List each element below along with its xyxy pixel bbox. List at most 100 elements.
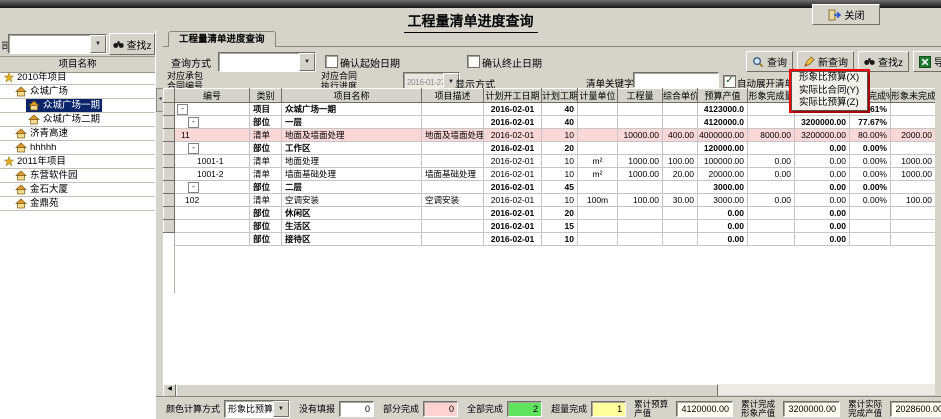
tree-item[interactable]: 众城广场二期 [0,113,155,127]
tree-item[interactable]: hhhhh [0,141,155,155]
tree-item[interactable]: 2010年项目 [0,71,155,85]
cell-quantity [618,181,663,194]
row-selector[interactable] [164,181,175,194]
table-row[interactable]: -1001-2 清单 墙面基础处理 墙面基础处理 2016-02-01 10 m… [164,168,936,181]
tree-item[interactable]: 众城广场 [0,85,155,99]
auto-expand-checkbox[interactable]: ✓ [723,75,736,88]
progress-table-area: 编号 类别 项目名称 项目描述 计划开工日期 计划工期 计量单位 工程量 综合单… [163,88,935,384]
column-header[interactable]: 计划工期 [542,89,578,103]
query-button[interactable]: 查询 [746,51,793,72]
dropdown-arrow-icon[interactable]: ▼ [90,35,106,53]
tree-item[interactable]: 金鼎苑 [0,197,155,211]
table-row[interactable]: -102 清单 空调安装 空调安装 2016-02-01 10 100m 100… [164,194,936,207]
cell-code: -11 [175,129,250,142]
horizontal-scrollbar[interactable]: ◀ [163,384,935,395]
row-selector[interactable] [164,129,175,142]
cell-quantity [618,116,663,129]
menu-item[interactable]: 形象比预算(X) [792,72,867,85]
tree-item-label: 众城广场二期 [43,113,100,126]
tree-item[interactable]: 众城广场一期 [0,99,155,113]
cell-category: 部位 [250,207,282,220]
cell-duration: 10 [542,168,578,181]
confirm-end-checkbox[interactable] [467,55,480,68]
row-selector[interactable] [164,142,175,155]
tree-item-label: 金鼎苑 [30,197,59,210]
cell-start-date: 2016-02-01 [484,207,542,220]
cell-remaining: 2000.00 [891,129,936,142]
dropdown-arrow-icon[interactable]: ▼ [299,53,315,71]
app-window: 工程量清单进度查询 关闭 司 ▼ 查找z 项目名称 [0,0,941,419]
dropdown-arrow-icon[interactable]: ▼ [273,401,289,417]
tree-item-label: 众城广场 [30,85,68,98]
tree-item[interactable]: 济青高速 [0,127,155,141]
cell-quantity: 1000.00 [618,155,663,168]
confirm-start-checkbox[interactable] [325,55,338,68]
total-value-box: 3200000.00 [783,401,840,417]
total-item: 累计完成形象产值 3200000.00 [741,400,840,418]
column-header[interactable]: 工程量 [618,89,663,103]
cell-remaining [891,142,936,155]
column-header[interactable]: 综合单价 [663,89,698,103]
row-selector[interactable] [164,194,175,207]
column-header[interactable]: 预算产值 [698,89,748,103]
expand-toggle-icon[interactable]: - [188,182,199,193]
column-header[interactable]: 形象未完成量 [891,89,936,103]
total-item: 累计预算产值 4120000.00 [634,400,733,418]
row-selector[interactable] [164,103,175,116]
tree-item[interactable]: 金石大厦 [0,183,155,197]
query-mode-combobox[interactable]: ▼ [218,52,316,72]
export-button[interactable]: 导出 [913,51,941,72]
table-row[interactable]: -1001-1 清单 地面处理 2016-02-01 10 m² 1000.00… [164,155,936,168]
legend-label: 全部完成 [467,402,503,415]
tab-progress-query[interactable]: 工程量清单进度查询 [168,31,276,47]
expand-toggle-icon[interactable]: - [177,104,188,115]
table-row[interactable]: - 部位 接待区 2016-02-01 10 0.00 0.00 [164,233,936,246]
close-button[interactable]: 关闭 [812,4,880,25]
row-selector[interactable] [164,220,175,233]
table-row[interactable]: -11 清单 地面及墙面处理 地面及墙面处理 2016-02-01 10 100… [164,129,936,142]
expand-toggle-icon[interactable]: - [188,117,199,128]
table-row[interactable]: - 部位 生活区 2016-02-01 15 0.00 0.00 [164,220,936,233]
cell-budget-value: 4120000.0 [698,116,748,129]
column-header[interactable]: 形象完成量 [748,89,795,103]
cell-done-value: 0.00 [795,142,850,155]
table-row[interactable]: - 部位 二层 2016-02-01 45 3000.00 0.00 0.00% [164,181,936,194]
keyword-input[interactable] [633,72,719,88]
project-filter-combobox[interactable]: ▼ [8,34,107,54]
total-label: 累计实际完成产值 [848,400,888,418]
color-mode-combobox[interactable]: 形象比预算 ▼ [224,400,290,418]
row-selector[interactable] [164,207,175,220]
cell-unit: m² [578,168,618,181]
column-header[interactable]: 类别 [250,89,282,103]
menu-item[interactable]: 实际比预算(Z) [792,97,867,110]
legend-label: 没有填报 [299,402,335,415]
column-header[interactable]: 编号 [175,89,250,103]
column-header[interactable]: 项目描述 [422,89,484,103]
pencil-icon [803,56,815,68]
cell-description [422,142,484,155]
cell-quantity [618,220,663,233]
menu-item[interactable]: 实际比合同(Y) [792,85,867,98]
cell-unit-price: 100.00 [663,155,698,168]
column-header[interactable]: 项目名称 [282,89,422,103]
table-row[interactable]: - 部位 一层 2016-02-01 40 4120000.0 3200000.… [164,116,936,129]
tree-find-button[interactable]: 查找z [109,33,155,55]
row-selector[interactable] [164,116,175,129]
tree-item[interactable]: 东营软件园 [0,169,155,183]
total-item: 累计实际完成产值 2028600.00 [848,400,941,418]
cell-duration: 10 [542,155,578,168]
row-selector[interactable] [164,168,175,181]
table-row[interactable]: - 部位 休闲区 2016-02-01 20 0.00 0.00 [164,207,936,220]
cell-description [422,233,484,246]
column-header[interactable]: 计量单位 [578,89,618,103]
expand-toggle-icon[interactable]: - [188,143,199,154]
cell-category: 部位 [250,142,282,155]
column-header[interactable]: 计划开工日期 [484,89,542,103]
legend-item: 全部完成 2 [458,401,542,417]
table-row[interactable]: - 部位 工作区 2016-02-01 20 120000.00 0.00 0.… [164,142,936,155]
cell-unit: m² [578,155,618,168]
tree-item[interactable]: 2011年项目 [0,155,155,169]
house-icon [15,184,27,195]
row-selector[interactable] [164,155,175,168]
cell-category: 部位 [250,220,282,233]
